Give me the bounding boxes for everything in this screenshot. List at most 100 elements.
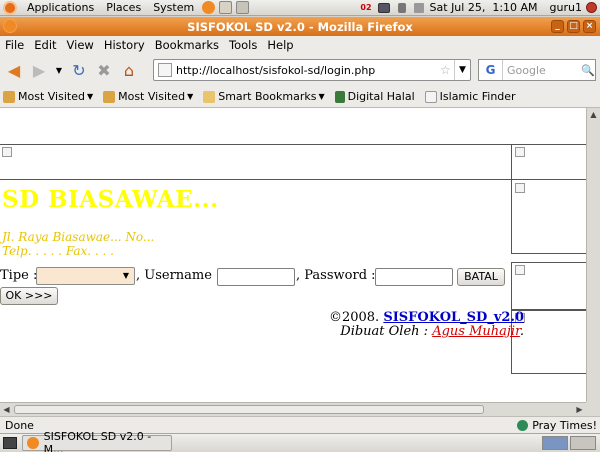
app-link[interactable]: SISFOKOL_SD_v2.0 xyxy=(383,310,524,325)
back-icon[interactable]: ◀ xyxy=(3,59,25,81)
scrollbar-thumb[interactable] xyxy=(14,405,484,414)
school-address: Jl. Raya Biasawae... No... xyxy=(2,230,155,244)
firefox-launcher-icon[interactable] xyxy=(202,1,216,14)
divider xyxy=(512,253,586,254)
menu-history[interactable]: History xyxy=(99,38,150,52)
menu-edit[interactable]: Edit xyxy=(29,38,61,52)
bookmark-label: Digital Halal xyxy=(347,90,415,103)
navigation-toolbar: ◀ ▶ ▼ ↻ ✖ ⌂ http://localhost/sisfokol-sd… xyxy=(0,54,600,86)
workspace-1[interactable] xyxy=(542,436,568,450)
bottom-panel: SISFOKOL SD v2.0 - M... xyxy=(0,430,600,452)
copyright-line: ©2008. SISFOKOL_SD_v2.0 xyxy=(329,310,524,325)
password-input[interactable] xyxy=(375,268,453,286)
batal-button[interactable]: BATAL xyxy=(457,268,505,286)
page-content: SD BIASAWAE... Jl. Raya Biasawae... No..… xyxy=(0,108,600,402)
scroll-left-icon[interactable]: ◀ xyxy=(0,403,13,416)
username-label: , Username : xyxy=(136,268,221,283)
bookmark-label: Most Visited xyxy=(18,90,85,103)
system-menu[interactable]: System xyxy=(147,1,200,14)
username-input[interactable] xyxy=(217,268,295,286)
stop-icon[interactable]: ✖ xyxy=(93,59,115,81)
divider xyxy=(0,179,512,180)
show-desktop-icon[interactable] xyxy=(3,437,17,449)
google-engine-icon[interactable]: G xyxy=(479,60,503,80)
bookmark-label: Islamic Finder xyxy=(439,90,516,103)
maximize-button[interactable]: □ xyxy=(567,20,580,33)
pray-times-addon[interactable]: Pray Times! xyxy=(517,419,600,432)
menu-bookmarks[interactable]: Bookmarks xyxy=(150,38,224,52)
author-line: Dibuat Oleh : Agus Muhajir. xyxy=(340,324,524,339)
cpu-badge: 02 xyxy=(360,2,372,12)
pray-times-label: Pray Times! xyxy=(532,418,597,432)
search-icon[interactable]: 🔍 xyxy=(581,64,595,77)
scroll-corner xyxy=(586,402,600,416)
user-name[interactable]: guru1 xyxy=(550,1,582,14)
task-label: SISFOKOL SD v2.0 - M... xyxy=(43,430,152,452)
scroll-right-icon[interactable]: ▶ xyxy=(573,403,586,416)
home-launcher-icon[interactable] xyxy=(219,1,233,14)
page-icon xyxy=(424,90,437,103)
ok-button[interactable]: OK >>> xyxy=(0,287,58,305)
forward-icon[interactable]: ▶ xyxy=(28,59,50,81)
url-text[interactable]: http://localhost/sisfokol-sd/login.php xyxy=(176,64,440,77)
school-name: SD BIASAWAE... xyxy=(2,186,219,213)
folder-icon xyxy=(203,90,216,103)
url-dropdown-icon[interactable]: ▼ xyxy=(454,60,470,80)
network-icon[interactable] xyxy=(377,2,390,13)
close-button[interactable]: × xyxy=(583,20,596,33)
author-link[interactable]: Agus Muhajir xyxy=(432,324,520,339)
bookmark-smart-bookmarks[interactable]: Smart Bookmarks ▼ xyxy=(203,90,331,103)
tipe-select[interactable]: ▼ xyxy=(36,267,135,285)
tipe-label: Tipe : xyxy=(0,268,38,283)
mosque-icon xyxy=(517,419,529,431)
bookmark-islamic-finder[interactable]: Islamic Finder xyxy=(424,90,523,103)
search-input[interactable]: Google xyxy=(503,64,581,77)
scroll-up-icon[interactable]: ▲ xyxy=(587,108,600,121)
menu-file[interactable]: File xyxy=(0,38,29,52)
top-panel: Applications Places System 02 Sat Jul 25… xyxy=(0,0,600,16)
applications-menu[interactable]: Applications xyxy=(21,1,100,14)
bookmark-star-icon[interactable]: ☆ xyxy=(440,63,454,77)
history-dropdown-icon[interactable]: ▼ xyxy=(53,59,65,81)
places-menu[interactable]: Places xyxy=(100,1,147,14)
school-phone: Telp. . . . . Fax. . . . xyxy=(2,244,114,258)
page-favicon-icon xyxy=(158,63,172,77)
search-bar[interactable]: G Google 🔍 xyxy=(478,59,596,81)
mail-icon[interactable] xyxy=(413,2,424,13)
workspace-switcher xyxy=(542,436,600,450)
bookmark-label: Most Visited xyxy=(118,90,186,103)
window-titlebar[interactable]: SISFOKOL SD v2.0 - Mozilla Firefox _ □ × xyxy=(0,17,600,36)
digital-halal-icon xyxy=(334,90,345,103)
period: . xyxy=(519,324,524,339)
help-launcher-icon[interactable] xyxy=(236,1,250,14)
bookmark-most-visited-1[interactable]: Most Visited ▼ xyxy=(3,90,100,103)
broken-image-icon xyxy=(2,147,12,157)
clock[interactable]: Sat Jul 25, 1:10 AM xyxy=(430,1,538,14)
horizontal-scrollbar[interactable]: ◀ ▶ xyxy=(0,402,586,416)
menu-tools[interactable]: Tools xyxy=(224,38,262,52)
broken-image-icon xyxy=(515,265,525,275)
shutdown-icon[interactable] xyxy=(586,2,597,13)
broken-image-icon xyxy=(515,147,525,157)
ubuntu-logo-icon[interactable] xyxy=(3,0,17,15)
url-bar[interactable]: http://localhost/sisfokol-sd/login.php ☆… xyxy=(153,59,471,81)
divider xyxy=(512,179,586,180)
menu-view[interactable]: View xyxy=(62,38,99,52)
reload-icon[interactable]: ↻ xyxy=(68,59,90,81)
minimize-button[interactable]: _ xyxy=(551,20,564,33)
firefox-icon xyxy=(27,437,39,449)
firefox-window-icon[interactable] xyxy=(3,19,17,33)
folder-icon xyxy=(103,90,116,103)
bookmark-most-visited-2[interactable]: Most Visited ▼ xyxy=(103,90,200,103)
divider xyxy=(0,144,586,145)
home-icon[interactable]: ⌂ xyxy=(118,59,140,81)
workspace-2[interactable] xyxy=(570,436,596,450)
bookmark-digital-halal[interactable]: Digital Halal xyxy=(334,90,422,103)
menu-help[interactable]: Help xyxy=(262,38,298,52)
chevron-down-icon[interactable]: ▼ xyxy=(120,270,132,282)
taskbar-window-button[interactable]: SISFOKOL SD v2.0 - M... xyxy=(22,430,172,452)
window-title: SISFOKOL SD v2.0 - Mozilla Firefox xyxy=(187,19,413,34)
volume-icon[interactable] xyxy=(397,2,406,13)
vertical-scrollbar[interactable]: ▲ xyxy=(586,108,600,402)
bookmark-label: Smart Bookmarks xyxy=(218,90,317,103)
